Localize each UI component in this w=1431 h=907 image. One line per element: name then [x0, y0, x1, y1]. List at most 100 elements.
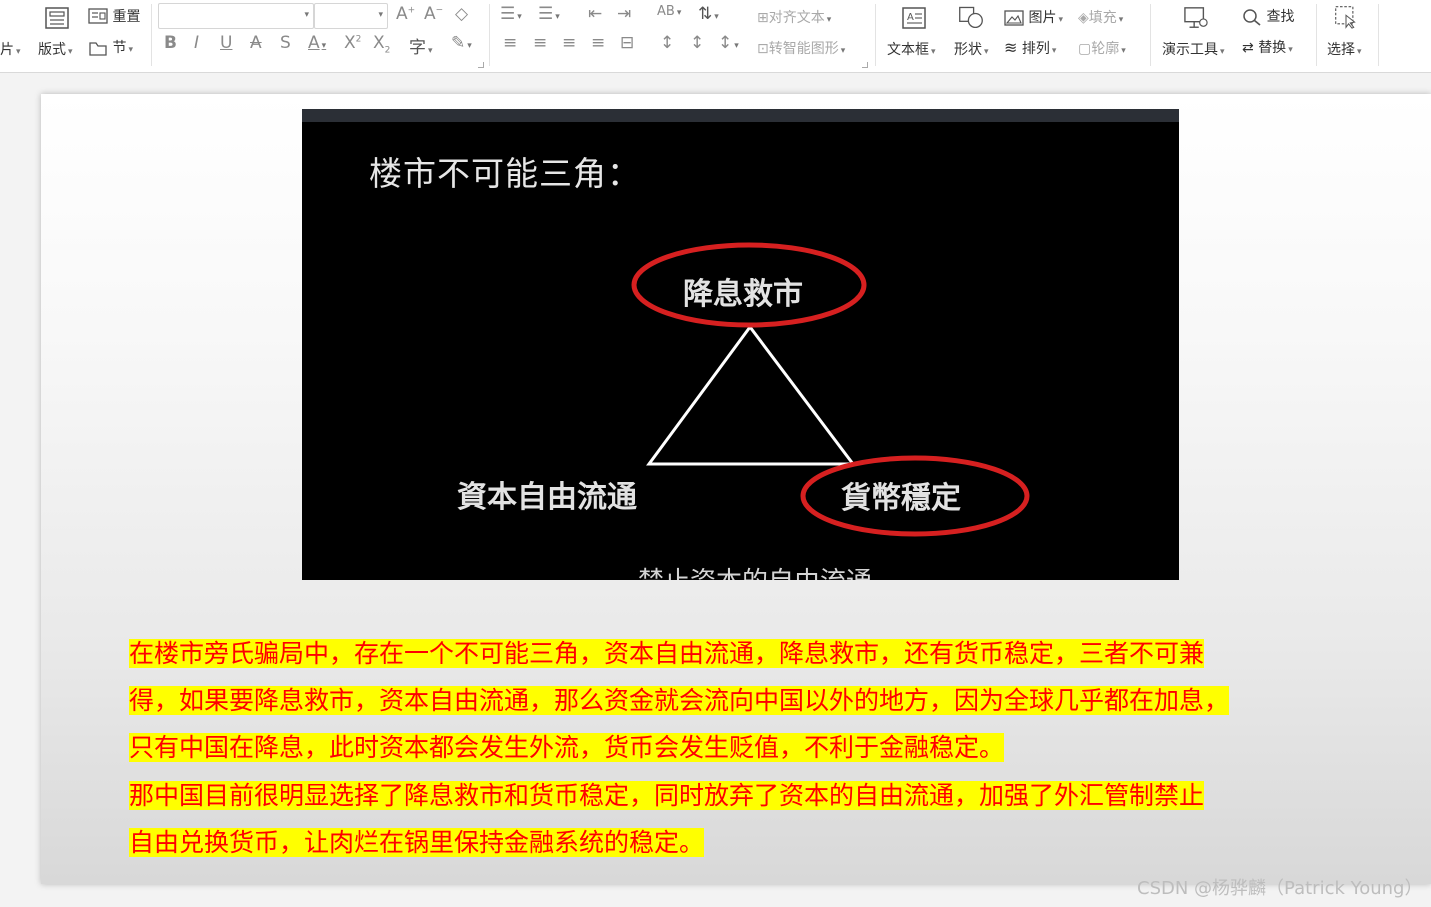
highlight-pen-icon[interactable]: ✎ ▾ [451, 33, 472, 53]
decrease-indent-icon[interactable]: ⇤ [588, 4, 602, 24]
fill-label: 填充 [1088, 10, 1117, 26]
arrange-label: 排列 [1021, 41, 1050, 57]
numbered-list-icon[interactable]: ☰ ▾ [538, 4, 560, 24]
slide-canvas[interactable]: 楼市不可能三角： 降息救市 資本自由流通 貨幣穩定 禁止资本的自由流通 在楼市旁… [41, 94, 1431, 884]
font-size-combo[interactable]: ▾ [314, 3, 388, 29]
superscript-icon[interactable]: X2 [344, 33, 361, 53]
group-divider [151, 4, 152, 66]
reset-button[interactable]: 重置 [88, 6, 140, 26]
paragraph-line: 只有中国在降息，此时资本都会发生外流，货币会发生贬值，不利于金融稳定。 [129, 724, 1005, 771]
group-divider [1150, 4, 1151, 66]
group-divider [1316, 4, 1317, 66]
select-cursor-icon [1335, 6, 1356, 29]
decrease-font-icon[interactable]: A− [424, 4, 443, 24]
new-slide-label: 片 [0, 42, 14, 58]
chevron-down-icon: ▾ [1051, 46, 1057, 56]
shape-icon [959, 6, 983, 29]
impossible-triangle-diagram [631, 242, 1030, 537]
text-shadow-icon[interactable]: S [280, 33, 291, 53]
chevron-down-icon: ▾ [304, 10, 309, 20]
strikethrough-icon[interactable]: A [250, 33, 262, 53]
clear-format-icon[interactable]: ◇ [455, 4, 468, 24]
align-center-icon[interactable]: ≡ [533, 33, 547, 53]
font-dialog-launcher-icon[interactable] [478, 62, 484, 68]
select-label: 选择 [1327, 42, 1355, 58]
chevron-down-icon: ▾ [840, 46, 846, 56]
fill-bucket-icon: ◈ [1078, 10, 1089, 26]
label-currency-stable: 貨幣穩定 [841, 481, 961, 516]
justify-icon[interactable]: ≡ [591, 33, 605, 53]
group-divider [489, 4, 490, 66]
line-spacing-options-icon[interactable]: ↕ ▾ [718, 33, 739, 53]
align-text-button[interactable]: ⊞对齐文本 ▾ [757, 7, 831, 27]
chevron-down-icon: ▾ [1220, 47, 1225, 57]
replace-label: 替换 [1258, 40, 1287, 56]
align-text-icon: ⊞ [757, 10, 769, 26]
sort-icon[interactable]: ⇅ ▾ [698, 4, 719, 24]
convert-smartart-button[interactable]: ⊡转智能图形 ▾ [757, 38, 845, 58]
arrange-button[interactable]: ≋ 排列 ▾ [1004, 38, 1056, 58]
search-icon [1243, 9, 1261, 26]
presenter-tools-button[interactable]: 演示工具 ▾ [1162, 39, 1225, 59]
picture-icon [1004, 10, 1024, 26]
paragraph-dialog-launcher-icon[interactable] [862, 62, 868, 68]
phonetic-guide-icon[interactable]: 字 ▾ [409, 33, 433, 58]
highlighted-text: 那中国目前很明显选择了降息救市和货币稳定，同时放弃了资本的自由流通，加强了外汇管… [129, 781, 1205, 810]
outline-icon: ▢ [1078, 41, 1092, 57]
increase-indent-icon[interactable]: ⇥ [617, 4, 631, 24]
new-slide-button-partial[interactable]: 片 ▾ [0, 39, 21, 59]
bullet-list-icon[interactable]: ☰ ▾ [500, 4, 522, 24]
group-divider [1378, 4, 1379, 66]
align-left-icon[interactable]: ≡ [503, 33, 517, 53]
chevron-down-icon: ▾ [931, 47, 936, 57]
textbox-icon: A [902, 7, 926, 29]
chevron-down-icon: ▾ [984, 47, 989, 57]
label-rate-cut: 降息救市 [683, 277, 803, 312]
smartart-icon: ⊡ [757, 41, 769, 57]
arrange-icon: ≋ [1004, 38, 1018, 57]
svg-text:A: A [907, 12, 914, 23]
align-right-icon[interactable]: ≡ [562, 33, 576, 53]
chevron-down-icon: ▾ [68, 47, 73, 57]
reset-icon [88, 8, 108, 24]
italic-icon[interactable]: I [194, 33, 199, 53]
font-color-icon[interactable]: A ▾ [308, 33, 326, 53]
watermark: CSDN @杨骅麟（Patrick Young） [1137, 878, 1423, 899]
paragraph-line: 得，如果要降息救市，资本自由流通，那么资金就会流向中国以外的地方，因为全球几乎都… [129, 677, 1230, 724]
highlighted-text: 在楼市旁氏骗局中，存在一个不可能三角，资本自由流通，降息救市，还有货币稳定，三者… [129, 639, 1205, 668]
group-divider [875, 4, 876, 66]
replace-icon: ⇄ [1242, 40, 1254, 56]
underline-icon[interactable]: U [220, 33, 232, 53]
triangle-shape [646, 324, 857, 466]
slide-image[interactable]: 楼市不可能三角： 降息救市 資本自由流通 貨幣穩定 禁止资本的自由流通 [302, 109, 1179, 580]
textbox-label: 文本框 [887, 42, 929, 58]
select-button[interactable]: 选择 ▾ [1327, 39, 1362, 59]
textbox-button[interactable]: 文本框 ▾ [887, 39, 936, 59]
fill-button[interactable]: ◈填充 ▾ [1078, 7, 1123, 27]
increase-font-icon[interactable]: A+ [396, 4, 415, 24]
label-capital-flow: 資本自由流通 [457, 480, 637, 515]
highlighted-text: 得，如果要降息救市，资本自由流通，那么资金就会流向中国以外的地方，因为全球几乎都… [129, 686, 1230, 715]
highlighted-text: 自由兑换货币，让肉烂在锅里保持金融系统的稳定。 [129, 828, 705, 857]
picture-button[interactable]: 图片 ▾ [1004, 7, 1063, 27]
replace-button[interactable]: ⇄ 替换 ▾ [1242, 37, 1293, 57]
picture-label: 图片 [1028, 10, 1057, 26]
font-name-combo[interactable]: ▾ [158, 3, 314, 29]
distributed-icon[interactable]: ⊟ [620, 33, 634, 53]
reset-label: 重置 [112, 9, 141, 25]
text-direction-icon[interactable]: AB ▾ [657, 4, 681, 19]
chevron-down-icon: ▾ [1357, 47, 1362, 57]
ribbon-toolbar: 片 ▾ 版式 ▾ 重置 节 ▾ ▾ ▾ A+ A− ◇ B I U A S A … [0, 0, 1431, 73]
chevron-down-icon: ▾ [378, 10, 383, 20]
chevron-down-icon: ▾ [1058, 15, 1063, 25]
outline-button[interactable]: ▢轮廓 ▾ [1078, 38, 1126, 58]
shape-button[interactable]: 形状 ▾ [954, 39, 989, 59]
line-spacing-icon[interactable]: ↕ [660, 33, 674, 53]
layout-button[interactable]: 版式 ▾ [38, 39, 73, 59]
find-button[interactable]: 查找 [1242, 6, 1294, 26]
subscript-icon[interactable]: X2 [373, 33, 390, 55]
bold-icon[interactable]: B [164, 33, 177, 53]
highlighted-text: 只有中国在降息，此时资本都会发生外流，货币会发生贬值，不利于金融稳定。 [129, 733, 1005, 762]
paragraph-spacing-icon[interactable]: ↕ [690, 33, 704, 53]
section-button[interactable]: 节 ▾ [88, 37, 133, 57]
